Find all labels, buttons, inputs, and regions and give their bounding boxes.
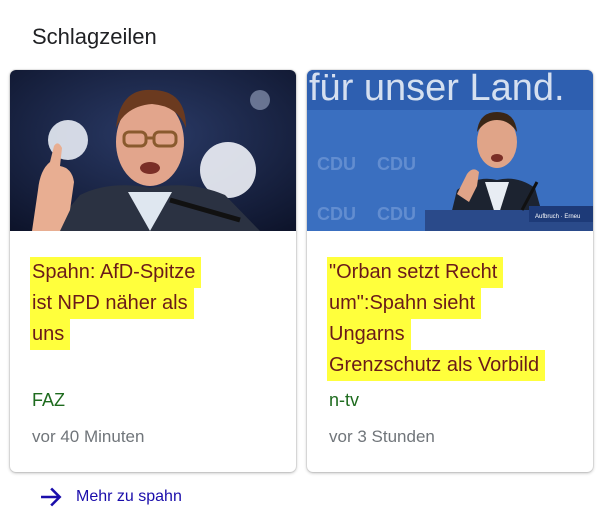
headline-line: Grenzschutz als Vorbild bbox=[327, 350, 546, 381]
more-link[interactable]: Mehr zu spahn bbox=[38, 484, 182, 510]
headline-line: uns bbox=[30, 319, 71, 350]
news-timestamp: vor 3 Stunden bbox=[329, 427, 435, 446]
news-card[interactable]: Spahn: AfD-Spitze ist NPD näher als uns … bbox=[10, 70, 296, 472]
headline-line: Spahn: AfD-Spitze bbox=[30, 257, 202, 288]
image-tag-text: Aufbruch · Erneu bbox=[535, 214, 580, 220]
news-timestamp: vor 40 Minuten bbox=[32, 427, 145, 446]
news-card[interactable]: für unser Land. CDU CDU CDU CDU Aufbruch… bbox=[307, 70, 593, 472]
news-thumbnail[interactable]: für unser Land. CDU CDU CDU CDU Aufbruch… bbox=[307, 70, 593, 231]
news-headline[interactable]: Spahn: AfD-Spitze ist NPD näher als uns bbox=[30, 257, 284, 350]
news-headline[interactable]: "Orban setzt Recht um":Spahn sieht Ungar… bbox=[327, 257, 581, 381]
headline-line: um":Spahn sieht bbox=[327, 288, 482, 319]
image-banner-text: für unser Land. bbox=[309, 70, 565, 109]
image-backdrop-text: CDU bbox=[377, 204, 416, 224]
headline-line: ist NPD näher als bbox=[30, 288, 194, 319]
more-link-label: Mehr zu spahn bbox=[76, 488, 182, 505]
section-title: Schlagzeilen bbox=[32, 24, 157, 49]
image-backdrop-text: CDU bbox=[317, 154, 356, 174]
news-source: n-tv bbox=[329, 390, 360, 410]
headline-line: Ungarns bbox=[327, 319, 411, 350]
headline-line: "Orban setzt Recht bbox=[327, 257, 504, 288]
news-thumbnail[interactable] bbox=[10, 70, 296, 231]
image-backdrop-text: CDU bbox=[377, 154, 416, 174]
arrow-right-icon bbox=[41, 487, 62, 507]
image-backdrop-text: CDU bbox=[317, 204, 356, 224]
news-source: FAZ bbox=[32, 390, 66, 410]
